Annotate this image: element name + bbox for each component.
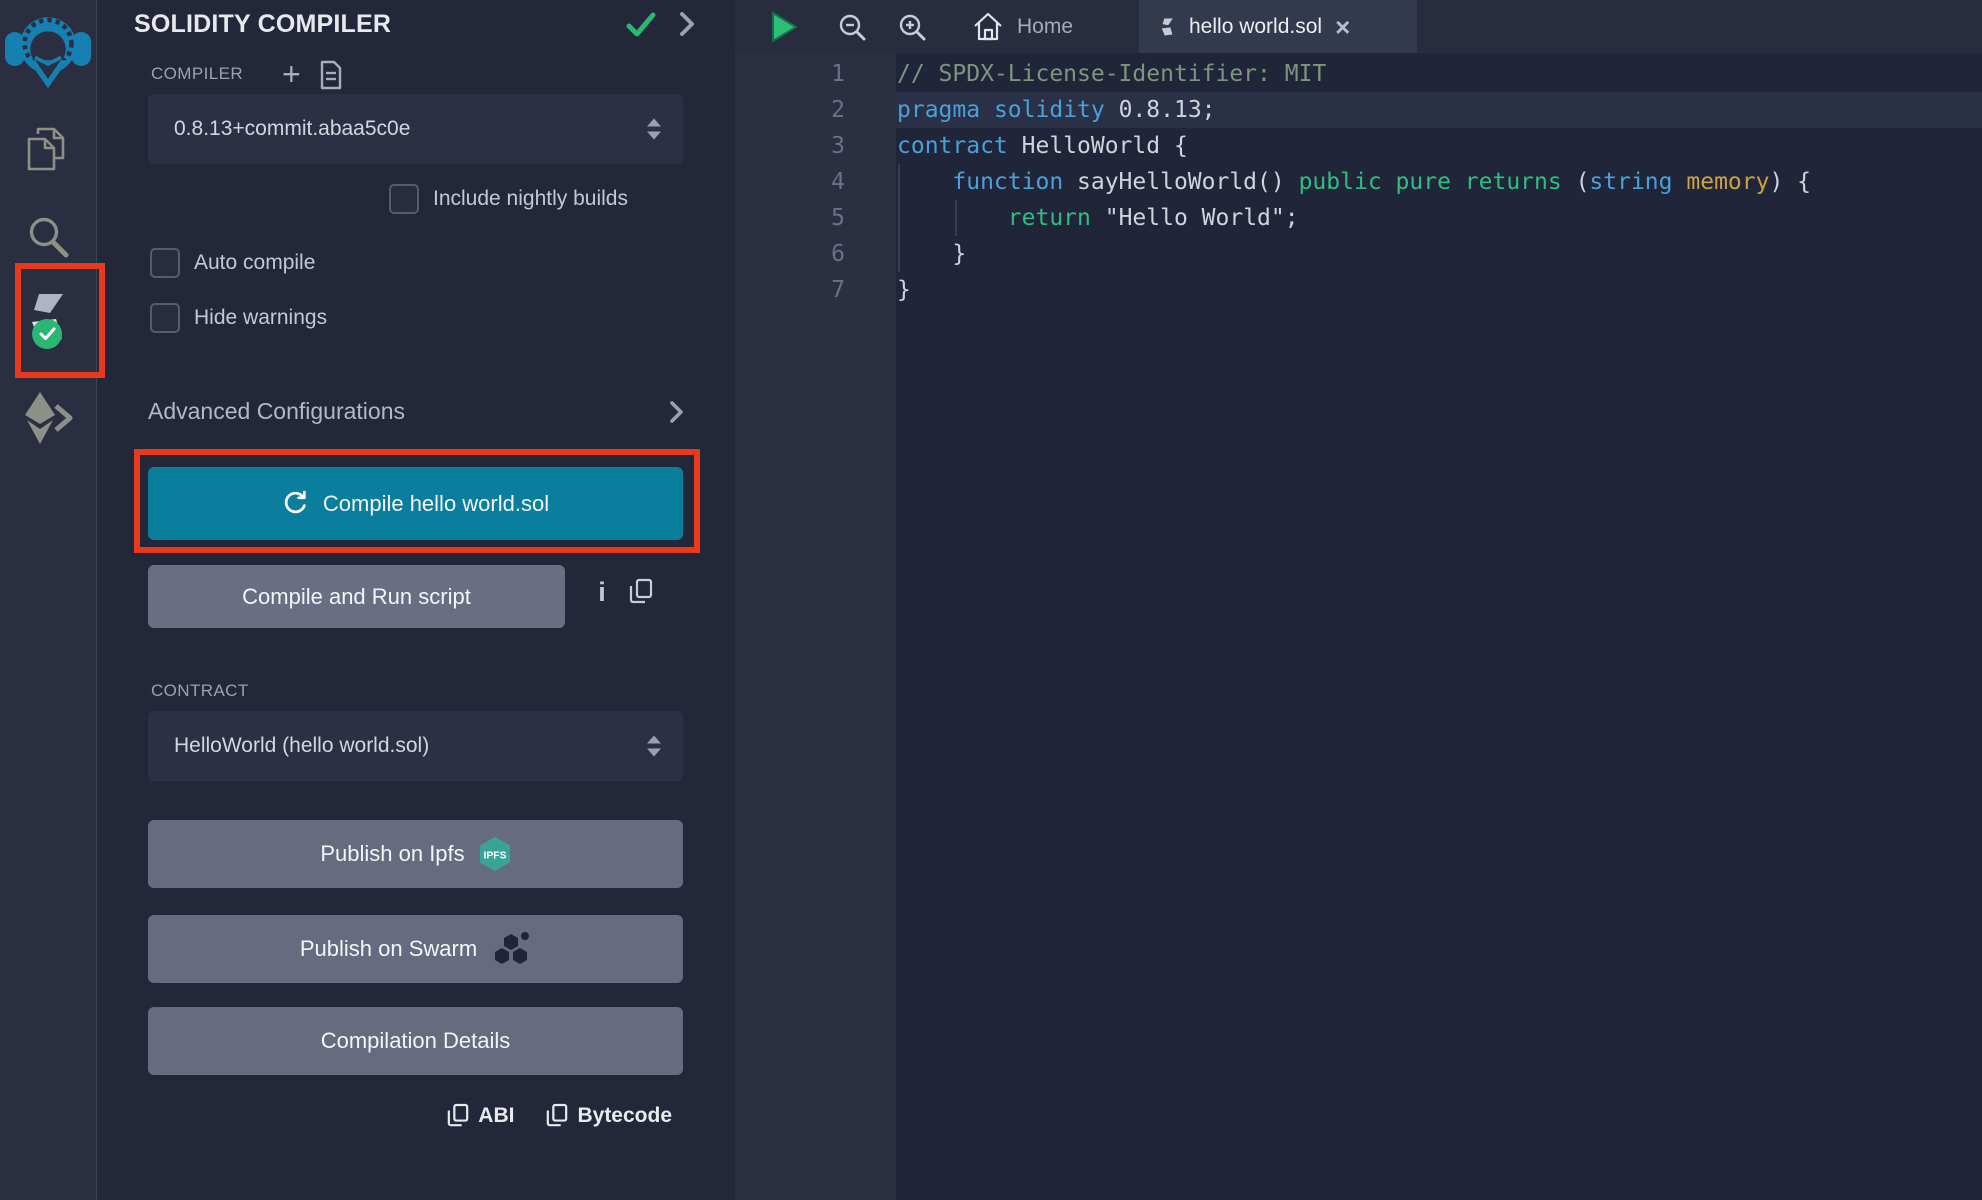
file-explorer-icon[interactable] xyxy=(0,126,96,172)
copy-artifacts-row: ABI Bytecode xyxy=(447,1103,672,1129)
publish-swarm-button[interactable]: Publish on Swarm xyxy=(148,915,683,983)
publish-swarm-label: Publish on Swarm xyxy=(300,936,477,962)
compiler-section-label: COMPILER xyxy=(151,64,243,84)
hide-warnings-label: Hide warnings xyxy=(194,306,327,330)
line-number: 5 xyxy=(735,200,896,236)
include-nightly-row: Include nightly builds xyxy=(389,184,628,214)
compilation-details-label: Compilation Details xyxy=(321,1028,511,1054)
auto-compile-row: Auto compile xyxy=(150,248,315,278)
refresh-icon xyxy=(282,490,309,517)
abi-label: ABI xyxy=(478,1104,514,1128)
advanced-configurations-label: Advanced Configurations xyxy=(148,398,405,425)
contract-section-label: CONTRACT xyxy=(151,681,249,701)
advanced-configurations-toggle[interactable]: Advanced Configurations xyxy=(148,398,683,425)
search-icon[interactable] xyxy=(0,213,96,259)
contract-select-value: HelloWorld (hello world.sol) xyxy=(174,734,429,758)
copy-icon[interactable] xyxy=(629,578,653,611)
line-number: 1 xyxy=(735,56,896,92)
solidity-compiler-icon[interactable] xyxy=(0,293,96,343)
compile-success-badge xyxy=(32,319,62,349)
run-script-icon[interactable] xyxy=(770,0,798,53)
ipfs-icon: IPFS xyxy=(479,836,511,872)
copy-icon xyxy=(546,1103,568,1129)
include-nightly-checkbox[interactable] xyxy=(389,184,419,214)
zoom-out-icon[interactable] xyxy=(837,0,867,53)
deploy-run-icon[interactable] xyxy=(0,392,96,444)
remix-logo-icon xyxy=(3,6,93,92)
copy-abi-button[interactable]: ABI xyxy=(447,1103,514,1129)
select-spinner-icon xyxy=(647,736,661,757)
auto-compile-checkbox[interactable] xyxy=(150,248,180,278)
compile-button[interactable]: Compile hello world.sol xyxy=(148,467,683,540)
file-tab-label: hello world.sol xyxy=(1189,15,1322,39)
line-number: 7 xyxy=(735,272,896,308)
tab-home[interactable]: Home xyxy=(965,0,1081,53)
line-number: 4 xyxy=(735,164,896,200)
editor-toolbar: Home hello world.sol × xyxy=(735,0,1982,53)
compiler-doc-icon[interactable] xyxy=(319,60,343,95)
chevron-right-icon xyxy=(670,401,683,423)
solidity-file-icon xyxy=(1159,17,1176,37)
compile-and-run-button[interactable]: Compile and Run script xyxy=(148,565,565,628)
bytecode-label: Bytecode xyxy=(577,1104,672,1128)
zoom-in-icon[interactable] xyxy=(897,0,927,53)
home-icon xyxy=(973,12,1003,41)
compiler-version-select[interactable]: 0.8.13+commit.abaa5c0e xyxy=(148,94,683,164)
publish-ipfs-button[interactable]: Publish on Ipfs IPFS xyxy=(148,820,683,888)
icon-sidebar xyxy=(0,0,97,1200)
solidity-compiler-panel: SOLIDITY COMPILER COMPILER + 0.8.13+comm… xyxy=(97,0,735,1200)
code-line-5[interactable]: 5 return "Hello World"; xyxy=(735,200,1982,236)
select-spinner-icon xyxy=(647,119,661,140)
remix-logo[interactable] xyxy=(0,6,96,92)
line-number: 6 xyxy=(735,236,896,272)
code-line-7[interactable]: 7} xyxy=(735,272,1982,308)
home-tab-label: Home xyxy=(1017,15,1073,39)
compile-status-check-icon xyxy=(626,12,656,43)
panel-title: SOLIDITY COMPILER xyxy=(134,10,391,39)
add-compiler-icon[interactable]: + xyxy=(282,58,301,90)
code-line-1[interactable]: 1// SPDX-License-Identifier: MIT xyxy=(735,56,1982,92)
hide-warnings-row: Hide warnings xyxy=(150,303,327,333)
svg-text:IPFS: IPFS xyxy=(483,851,506,862)
compiler-version-value: 0.8.13+commit.abaa5c0e xyxy=(174,117,410,141)
line-number: 3 xyxy=(735,128,896,164)
code-editor: Home hello world.sol × 1// SPDX-License-… xyxy=(735,0,1982,1200)
swarm-icon xyxy=(491,932,531,966)
code-line-3[interactable]: 3contract HelloWorld { xyxy=(735,128,1982,164)
code-line-6[interactable]: 6 } xyxy=(735,236,1982,272)
auto-compile-label: Auto compile xyxy=(194,251,315,275)
publish-ipfs-label: Publish on Ipfs xyxy=(320,841,464,867)
copy-bytecode-button[interactable]: Bytecode xyxy=(546,1103,672,1129)
hide-warnings-checkbox[interactable] xyxy=(150,303,180,333)
compile-and-run-label: Compile and Run script xyxy=(242,584,471,610)
panel-docs-chevron-icon[interactable] xyxy=(680,12,694,41)
tab-hello-world-sol[interactable]: hello world.sol × xyxy=(1139,0,1417,53)
compile-button-label: Compile hello world.sol xyxy=(323,491,549,517)
close-tab-icon[interactable]: × xyxy=(1335,14,1350,40)
copy-icon xyxy=(447,1103,469,1129)
include-nightly-label: Include nightly builds xyxy=(433,187,628,211)
info-icon[interactable]: i xyxy=(592,577,612,608)
line-number: 2 xyxy=(735,92,896,128)
remix-ide: SOLIDITY COMPILER COMPILER + 0.8.13+comm… xyxy=(0,0,1982,1200)
code-line-4[interactable]: 4 function sayHelloWorld() public pure r… xyxy=(735,164,1982,200)
code-lines[interactable]: 1// SPDX-License-Identifier: MIT2pragma … xyxy=(735,56,1982,308)
compilation-details-button[interactable]: Compilation Details xyxy=(148,1007,683,1075)
code-line-2[interactable]: 2pragma solidity 0.8.13; xyxy=(735,92,1982,128)
contract-select[interactable]: HelloWorld (hello world.sol) xyxy=(148,711,683,781)
